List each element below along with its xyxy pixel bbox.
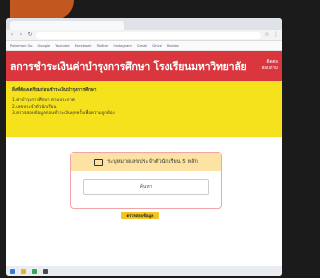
page-title: ลการชำระเงินค่าบำรุงการศึกษา โรงเรียนมหา…: [10, 60, 247, 73]
menu-icon[interactable]: ⋮: [273, 32, 279, 38]
address-bar-row: ‹ › ↻ ☆ ⋮: [6, 30, 282, 41]
taskbar: [6, 266, 282, 276]
start-icon[interactable]: [10, 268, 15, 274]
card-title: ระบุหมายเลขประจำตัวนักเรียน 5 หลัก: [107, 159, 198, 165]
back-icon[interactable]: ‹: [9, 32, 15, 38]
student-id-card: ระบุหมายเลขประจำตัวนักเรียน 5 หลัก ค้นหา: [70, 152, 222, 209]
id-card-icon: [94, 158, 104, 166]
forward-icon[interactable]: ›: [18, 32, 24, 38]
reload-icon[interactable]: ↻: [27, 32, 33, 38]
bookmarks-bar: Pokemon Go Google Youtube Facebook Twitt…: [6, 41, 282, 51]
bookmark-item[interactable]: Twitter: [96, 44, 108, 48]
bookmark-item[interactable]: Instagram: [114, 44, 132, 48]
corner-decoration: [10, 0, 74, 20]
folder-icon[interactable]: [21, 268, 26, 274]
bookmark-item[interactable]: Facebook: [75, 44, 92, 48]
browser-titlebar: [6, 18, 282, 30]
info-heading: สิ่งที่ต้องเตรียมก่อนชำระเงินบำรุงการศึก…: [12, 88, 97, 93]
header-contact-line: สอบถาม: [261, 66, 278, 71]
bookmark-item[interactable]: Pokemon Go: [10, 44, 33, 48]
star-icon[interactable]: ☆: [264, 32, 270, 38]
bookmark-item[interactable]: Drive: [152, 44, 162, 48]
info-panel: สิ่งที่ต้องเตรียมก่อนชำระเงินบำรุงการศึก…: [6, 81, 282, 137]
student-id-input[interactable]: ค้นหา: [83, 179, 209, 195]
card-header: ระบุหมายเลขประจำตัวนักเรียน 5 หลัก: [71, 153, 221, 171]
browser-window: ‹ › ↻ ☆ ⋮ Pokemon Go Google Youtube Face…: [6, 18, 282, 276]
info-line: 3.ตรวจสอบข้อมูลก่อนชำระเงินทุกครั้งเพื่อ…: [12, 111, 115, 116]
url-field[interactable]: [36, 31, 261, 39]
bookmark-item[interactable]: Gmail: [137, 44, 148, 48]
app-icon[interactable]: [43, 268, 48, 274]
bookmark-item[interactable]: Google: [38, 44, 51, 48]
bookmark-item[interactable]: Roblox: [167, 44, 179, 48]
check-button[interactable]: ตรวจสอบข้อมูล: [121, 212, 159, 219]
page-header: ลการชำระเงินค่าบำรุงการศึกษา โรงเรียนมหา…: [6, 51, 282, 81]
browser-tab[interactable]: [10, 21, 124, 30]
header-contact[interactable]: ติดต่อ สอบถาม: [261, 60, 278, 72]
browser-icon[interactable]: [32, 268, 37, 274]
bookmark-item[interactable]: Youtube: [55, 44, 69, 48]
